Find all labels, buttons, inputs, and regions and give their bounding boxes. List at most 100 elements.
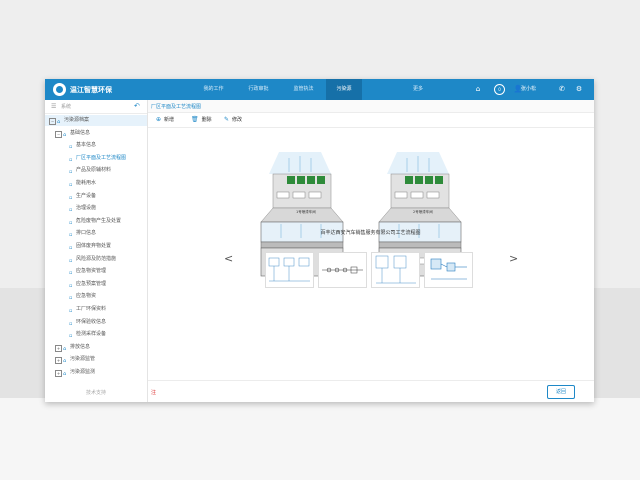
sidebar-item[interactable]: ▫ 风险源及防范措施	[45, 254, 147, 265]
expand-icon[interactable]: +	[55, 344, 62, 352]
file-icon: ▫	[69, 245, 73, 251]
sidebar-item[interactable]: ▫ 环保验收信息	[45, 317, 147, 328]
thumbnail-1[interactable]	[265, 252, 314, 288]
add-label: 新增	[164, 117, 175, 123]
toolbar: ⊕ 新增 🗑 删除 ✎ 修改	[148, 113, 594, 128]
nav-item-admin-approval[interactable]: 行政审批	[236, 79, 281, 100]
sidebar-item[interactable]: ▫ 危险废物产生及处置	[45, 216, 147, 227]
folder-icon: ⌂	[63, 345, 67, 352]
menu-icon[interactable]: ☰	[51, 103, 56, 110]
sidebar-item[interactable]: ▫ 产品及原辅材料	[45, 165, 147, 176]
sidebar-item-label: 应急物资	[76, 293, 97, 300]
sidebar-item-label: 固体废弃物处置	[76, 243, 112, 249]
file-icon: ▫	[69, 257, 73, 264]
sidebar-item-label: 污染源监测	[70, 369, 96, 375]
sidebar-item[interactable]: ▫ 工厂环保资料	[45, 304, 147, 315]
phone-icon[interactable]: ✆	[557, 84, 567, 94]
delete-button[interactable]: 🗑 删除	[191, 116, 212, 123]
sidebar-item[interactable]: + ⌂ 污染源监管	[45, 354, 147, 365]
sidebar-item[interactable]: + ⌂ 污染源监测	[45, 367, 147, 378]
logo-icon	[53, 83, 66, 96]
nav-item-supervision[interactable]: 监管执法	[281, 79, 326, 100]
footer-note-mark: 注	[151, 390, 157, 396]
file-icon: ▫	[69, 295, 73, 302]
folder-icon: ⌂	[63, 131, 67, 138]
sidebar-item[interactable]: ▫ 应急物资	[45, 291, 147, 302]
sidebar-item[interactable]: ▫ 生产设备	[45, 191, 147, 202]
sidebar-item[interactable]: − ⌂ 污染源档案	[45, 115, 147, 126]
sidebar-header: ☰ 系统 ↶	[45, 100, 147, 114]
settings-icon[interactable]: ⚙	[574, 84, 584, 94]
sidebar-item-label: 应急物资管理	[76, 268, 107, 275]
sidebar-item[interactable]: − ⌂ 基础信息	[45, 128, 147, 139]
sidebar: ☰ 系统 ↶ − ⌂ 污染源档案 − ⌂ 基础信息 ▫ 基本信息 ▫ 厂区平面及工艺流程图 ▫ 产品及…	[45, 100, 148, 402]
sidebar-item-label: 排口信息	[76, 230, 97, 237]
sidebar-item[interactable]: ▫ 应急物资管理	[45, 266, 147, 277]
file-icon: ▫	[69, 320, 73, 327]
thumbnail-2[interactable]	[318, 252, 367, 288]
sidebar-item-label: 能耗用水	[76, 180, 97, 186]
file-icon: ▫	[69, 333, 73, 340]
delete-label: 删除	[201, 117, 212, 123]
file-icon: ▫	[69, 156, 73, 163]
nav-item-my-work[interactable]: 我的工作	[191, 79, 236, 100]
sidebar-item[interactable]: + ⌂ 排放信息	[45, 342, 147, 353]
file-icon: ▫	[69, 194, 73, 201]
folder-icon: ⌂	[63, 371, 67, 377]
folder-icon: ⌂	[57, 119, 61, 125]
sidebar-item[interactable]: ▫ 排口信息	[45, 228, 147, 239]
nav-item-more[interactable]: 更多	[407, 79, 429, 100]
home-icon[interactable]: ⌂	[473, 84, 483, 94]
sidebar-item-label: 危险废物产生及处置	[76, 217, 122, 224]
back-icon[interactable]: ↶	[134, 102, 140, 110]
folder-icon: ⌂	[63, 358, 67, 365]
expand-icon[interactable]: +	[55, 357, 62, 365]
sidebar-item[interactable]: ▫ 基本信息	[45, 140, 147, 151]
sidebar-item[interactable]: ▫ 检测采样设备	[45, 329, 147, 340]
sidebar-item-label: 排放信息	[70, 343, 91, 350]
sidebar-item[interactable]: ▫ 治理设施	[45, 203, 147, 214]
caption-left: 1号喷漆车间	[296, 210, 316, 214]
sidebar-footer: 技术支持	[85, 390, 106, 396]
caption-right: 2号喷漆车间	[413, 210, 433, 214]
sidebar-title: 系统	[61, 104, 72, 110]
collapse-icon[interactable]: −	[55, 130, 62, 138]
sidebar-item[interactable]: ▫ 应急预案管理	[45, 279, 147, 290]
file-icon: ▫	[69, 308, 73, 314]
sidebar-item-label: 生产设备	[76, 192, 97, 199]
user-name[interactable]: 张小松	[521, 79, 536, 100]
app-brand: 温江智慧环保	[70, 86, 112, 94]
expand-icon[interactable]: +	[55, 370, 62, 377]
notification-badge[interactable]: 0	[494, 84, 505, 95]
thumbnail-3[interactable]	[371, 252, 420, 288]
sidebar-item-label: 治理设施	[76, 205, 97, 212]
carousel-next-button[interactable]: >	[509, 252, 518, 265]
edit-button[interactable]: ✎ 修改	[224, 116, 242, 123]
sidebar-item[interactable]: ▫ 固体废弃物处置	[45, 241, 147, 252]
diagram-title: 百丰达西安汽车销售服务有限公司工艺流程图	[320, 230, 421, 236]
nav-item-pollution-source[interactable]: 污染源	[326, 79, 362, 100]
file-icon: ▫	[69, 282, 73, 289]
sidebar-item-label: 工厂环保资料	[76, 306, 107, 312]
thumbnail-4[interactable]	[424, 252, 473, 288]
content-footer: 注 返回	[148, 380, 594, 403]
return-button[interactable]: 返回	[547, 385, 575, 399]
sidebar-item-label: 应急预案管理	[76, 280, 107, 287]
trash-icon: 🗑	[191, 116, 199, 123]
sidebar-item[interactable]: ▫ 能耗用水	[45, 178, 147, 189]
sidebar-item-label: 环保验收信息	[76, 318, 107, 325]
file-icon: ▫	[69, 219, 73, 226]
sidebar-item-label: 基本信息	[76, 142, 97, 149]
sidebar-item-label: 检测采样设备	[76, 331, 107, 338]
collapse-icon[interactable]: −	[49, 118, 56, 125]
file-icon: ▫	[69, 144, 73, 151]
carousel-prev-button[interactable]: <	[224, 252, 233, 265]
sidebar-item[interactable]: ▫ 厂区平面及工艺流程图	[45, 153, 147, 164]
sidebar-item-label: 厂区平面及工艺流程图	[76, 154, 127, 161]
breadcrumb[interactable]: 厂区平面及工艺流程图	[151, 103, 201, 110]
nav-item-blank[interactable]	[362, 79, 407, 100]
file-icon: ▫	[69, 270, 73, 277]
sidebar-item-label: 基础信息	[70, 129, 91, 136]
add-button[interactable]: ⊕ 新增	[156, 116, 174, 123]
file-icon: ▫	[69, 207, 73, 214]
